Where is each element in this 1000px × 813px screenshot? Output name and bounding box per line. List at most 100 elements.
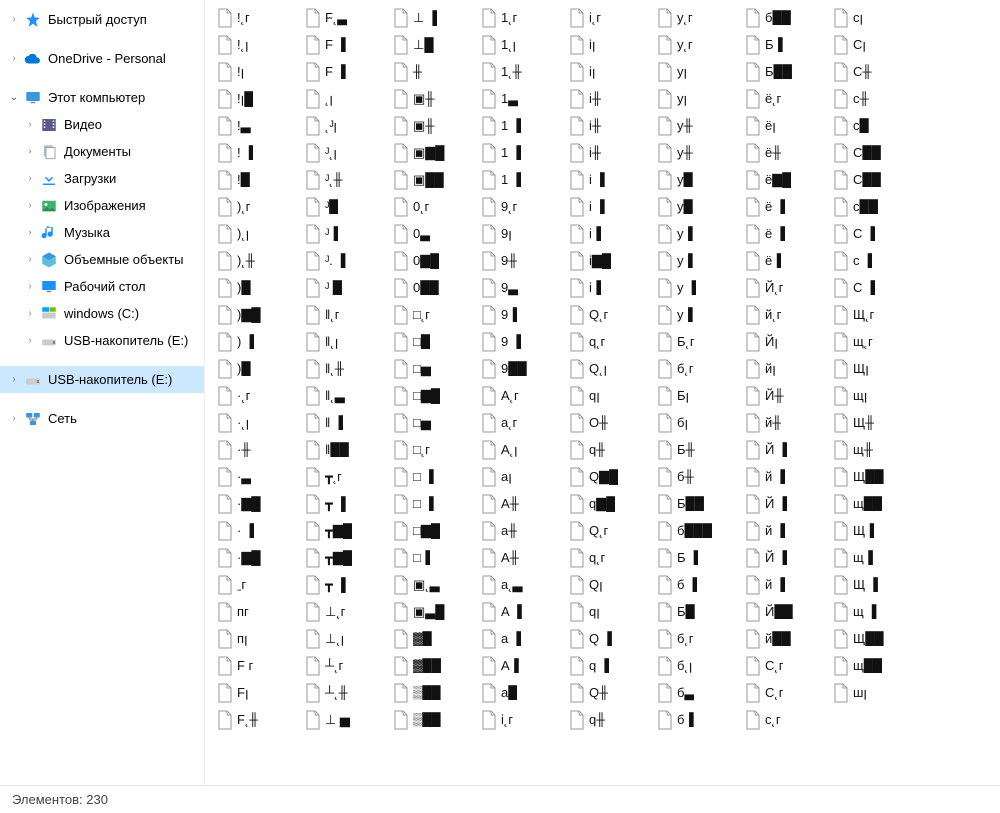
- file-item[interactable]: ⊥˛г: [303, 598, 391, 625]
- file-item[interactable]: щ██: [831, 490, 919, 517]
- file-item[interactable]: ┳˛г: [303, 463, 391, 490]
- file-item[interactable]: ·˛г: [215, 382, 303, 409]
- file-item[interactable]: Б██: [743, 58, 831, 85]
- file-item[interactable]: с█: [831, 112, 919, 139]
- file-item[interactable]: i▐: [567, 274, 655, 301]
- file-item[interactable]: Щ██: [831, 625, 919, 652]
- file-item[interactable]: !▃: [215, 112, 303, 139]
- tree-item-3d-objects[interactable]: › Объемные объекты: [0, 246, 204, 273]
- tree-item-video[interactable]: › Видео: [0, 111, 204, 138]
- file-item[interactable]: F г: [215, 652, 303, 679]
- file-item[interactable]: F˛╫: [215, 706, 303, 733]
- file-item[interactable]: ┳ ▐: [303, 571, 391, 598]
- file-item[interactable]: ·╫: [215, 436, 303, 463]
- file-item[interactable]: Б ▐: [655, 544, 743, 571]
- file-item[interactable]: ·˛ꞁ: [215, 409, 303, 436]
- file-item[interactable]: ‖˛▃: [303, 382, 391, 409]
- file-item[interactable]: й ▐: [743, 517, 831, 544]
- file-item[interactable]: ▣˛▃: [391, 571, 479, 598]
- file-item[interactable]: ёꞁ: [743, 112, 831, 139]
- file-item[interactable]: ) ▐: [215, 328, 303, 355]
- file-item[interactable]: ▓██: [391, 652, 479, 679]
- file-item[interactable]: у█: [655, 193, 743, 220]
- file-item[interactable]: )▇█: [215, 301, 303, 328]
- file-item[interactable]: q▇█: [567, 490, 655, 517]
- file-item[interactable]: !ꞁ: [215, 58, 303, 85]
- file-item[interactable]: Q ▐: [567, 625, 655, 652]
- chevron-right-icon[interactable]: ›: [6, 12, 22, 28]
- file-item[interactable]: ё˛г: [743, 85, 831, 112]
- file-item[interactable]: б▐: [655, 706, 743, 733]
- file-item[interactable]: C ▐: [831, 274, 919, 301]
- tree-item-music[interactable]: › Музыка: [0, 219, 204, 246]
- file-item[interactable]: щ˛г: [831, 328, 919, 355]
- file-item[interactable]: б███: [655, 517, 743, 544]
- file-item[interactable]: i╫: [567, 85, 655, 112]
- file-item[interactable]: q˛г: [567, 544, 655, 571]
- tree-item-this-pc[interactable]: ⌄ Этот компьютер: [0, 84, 204, 111]
- file-item[interactable]: ‖██: [303, 436, 391, 463]
- file-item[interactable]: yꞁ: [655, 58, 743, 85]
- file-item[interactable]: a█: [479, 679, 567, 706]
- file-item[interactable]: 1 ▐: [479, 139, 567, 166]
- file-item[interactable]: C˛г: [743, 652, 831, 679]
- file-item[interactable]: у▐: [655, 247, 743, 274]
- file-item[interactable]: c██: [831, 193, 919, 220]
- tree-item-usb-e-1[interactable]: › USB-накопитель (E:): [0, 327, 204, 354]
- file-item[interactable]: ˛ᴶꞁ: [303, 112, 391, 139]
- file-item[interactable]: □ ▐: [391, 463, 479, 490]
- file-item[interactable]: щ▐: [831, 544, 919, 571]
- chevron-right-icon[interactable]: ›: [6, 372, 22, 388]
- file-item[interactable]: q˛г: [567, 328, 655, 355]
- tree-item-onedrive[interactable]: › OneDrive - Personal: [0, 45, 204, 72]
- file-item[interactable]: ᴶ█: [303, 193, 391, 220]
- file-item[interactable]: □█: [391, 328, 479, 355]
- file-item[interactable]: □▅: [391, 409, 479, 436]
- file-item[interactable]: ‖˛╫: [303, 355, 391, 382]
- file-item[interactable]: A▐: [479, 652, 567, 679]
- file-item[interactable]: щ ▐: [831, 598, 919, 625]
- file-item[interactable]: Йꞁ: [743, 328, 831, 355]
- file-item[interactable]: 0˛г: [391, 193, 479, 220]
- file-item[interactable]: 1 ▐: [479, 166, 567, 193]
- file-item[interactable]: 9˛г: [479, 193, 567, 220]
- file-item[interactable]: ᴶ▐: [303, 220, 391, 247]
- file-item[interactable]: ᴶ˛ꞁ: [303, 139, 391, 166]
- file-item[interactable]: ᴨг: [215, 598, 303, 625]
- file-item[interactable]: ⊥˛ꞁ: [303, 625, 391, 652]
- file-item[interactable]: Fꞁ: [215, 679, 303, 706]
- file-item[interactable]: ⊥█: [391, 31, 479, 58]
- file-item[interactable]: шꞁ: [831, 679, 919, 706]
- file-item[interactable]: бꞁ: [655, 409, 743, 436]
- file-item[interactable]: Й ▐: [743, 544, 831, 571]
- file-item[interactable]: 1˛╫: [479, 58, 567, 85]
- file-item[interactable]: Q▇█: [567, 463, 655, 490]
- file-item[interactable]: б˛г: [655, 625, 743, 652]
- file-item[interactable]: б˛г: [655, 355, 743, 382]
- file-item[interactable]: i▇█: [567, 247, 655, 274]
- file-item[interactable]: Й ▐: [743, 436, 831, 463]
- file-item[interactable]: □▇█: [391, 517, 479, 544]
- file-item[interactable]: A╫: [479, 490, 567, 517]
- file-item[interactable]: iꞁ: [567, 31, 655, 58]
- file-item[interactable]: ё▇█: [743, 166, 831, 193]
- file-item[interactable]: ⊥ ▐: [391, 4, 479, 31]
- file-item[interactable]: ‖ ▐: [303, 409, 391, 436]
- file-item[interactable]: a˛г: [479, 409, 567, 436]
- file-item[interactable]: С ▐: [831, 220, 919, 247]
- file-item[interactable]: ё ▐: [743, 220, 831, 247]
- file-item[interactable]: i ▐: [567, 166, 655, 193]
- file-item[interactable]: · ▐: [215, 517, 303, 544]
- file-item[interactable]: ᴶ █: [303, 274, 391, 301]
- file-item[interactable]: F ▐: [303, 31, 391, 58]
- file-item[interactable]: 9▃: [479, 274, 567, 301]
- chevron-right-icon[interactable]: ›: [22, 333, 38, 349]
- file-item[interactable]: A˛ꞁ: [479, 436, 567, 463]
- file-item[interactable]: O╫: [567, 409, 655, 436]
- file-item[interactable]: 9 ▐: [479, 328, 567, 355]
- file-item[interactable]: ·▇█: [215, 544, 303, 571]
- file-item[interactable]: □▐: [391, 544, 479, 571]
- file-item[interactable]: cꞁ: [831, 4, 919, 31]
- file-item[interactable]: у╫: [655, 139, 743, 166]
- file-item[interactable]: С˛г: [743, 679, 831, 706]
